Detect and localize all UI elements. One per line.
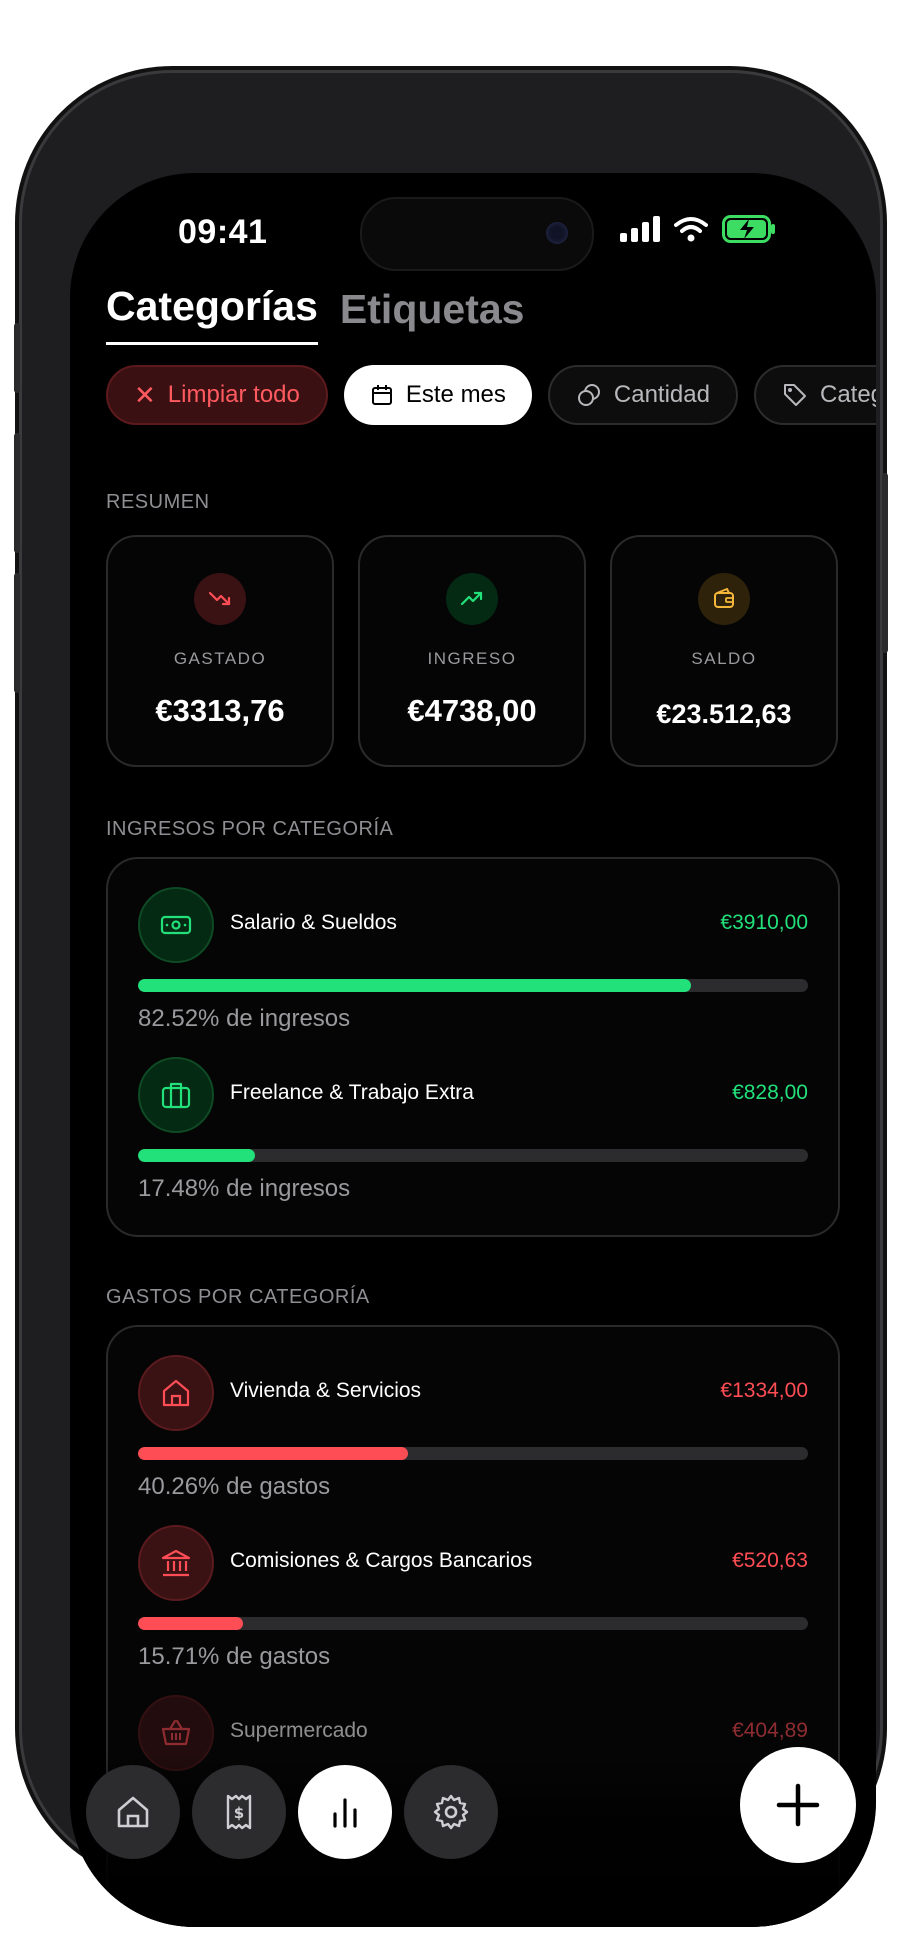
clear-all-chip[interactable]: ✕ Limpiar todo	[106, 365, 328, 425]
income-row-salary[interactable]: Salario & Sueldos €3910,00 82.52% de ing…	[138, 887, 808, 1047]
trending-down-icon	[194, 573, 246, 625]
coins-icon	[577, 384, 600, 406]
close-icon: ✕	[134, 380, 156, 410]
income-label: INGRESO	[427, 649, 517, 668]
clear-all-label: Limpiar todo	[167, 381, 300, 408]
progress-track	[138, 1149, 808, 1162]
app-screen: 09:41 Categorías Etiquetas ✕ Limpiar tod…	[70, 173, 876, 1927]
expense-percent: 15.71% de gastos	[138, 1643, 331, 1670]
income-name: Freelance & Trabajo Extra	[230, 1081, 474, 1104]
trending-up-icon	[446, 573, 498, 625]
spent-card[interactable]: GASTADO €3313,76	[106, 535, 334, 767]
progress-track	[138, 1617, 808, 1630]
income-amount: €3910,00	[720, 911, 808, 934]
home-icon	[117, 1796, 149, 1828]
volume-up-button	[14, 433, 20, 553]
income-card[interactable]: INGRESO €4738,00	[358, 535, 586, 767]
spent-label: GASTADO	[173, 649, 267, 668]
phone-frame: 09:41 Categorías Etiquetas ✕ Limpiar tod…	[14, 73, 888, 1927]
progress-fill	[138, 1617, 244, 1630]
view-tabs: Categorías Etiquetas	[106, 283, 524, 345]
income-section-label: INGRESOS POR CATEGORÍA	[106, 818, 394, 840]
income-name: Salario & Sueldos	[230, 911, 397, 934]
expense-amount: €1334,00	[720, 1379, 808, 1402]
expense-name: Vivienda & Servicios	[230, 1379, 422, 1402]
income-percent: 17.48% de ingresos	[138, 1175, 351, 1202]
wifi-icon	[674, 217, 708, 242]
battery-charging-icon	[722, 215, 775, 243]
expense-amount: €520,63	[732, 1549, 808, 1572]
gear-icon	[433, 1794, 469, 1830]
bank-icon	[138, 1525, 214, 1601]
income-value: €4738,00	[407, 693, 537, 728]
expense-amount: €404,89	[732, 1719, 808, 1742]
nav-transactions-button[interactable]: $	[192, 1765, 286, 1859]
status-time: 09:41	[178, 213, 268, 251]
category-chip[interactable]: Categorías	[753, 365, 876, 425]
tag-icon	[783, 384, 806, 406]
expense-name: Comisiones & Cargos Bancarios	[230, 1549, 533, 1572]
category-label: Categorías	[819, 381, 876, 408]
receipt-icon: $	[226, 1794, 252, 1830]
this-month-chip[interactable]: Este mes	[343, 365, 532, 425]
volume-down-button	[14, 573, 20, 693]
summary-cards: GASTADO €3313,76 INGRESO €4738,00 SALDO …	[106, 535, 838, 767]
bar-chart-icon	[333, 1798, 357, 1828]
calendar-icon	[371, 385, 392, 405]
expense-name: Supermercado	[230, 1719, 368, 1742]
income-panel: Salario & Sueldos €3910,00 82.52% de ing…	[106, 857, 840, 1237]
amount-label: Cantidad	[613, 381, 710, 408]
power-button	[882, 473, 888, 653]
balance-value: €23.512,63	[656, 699, 792, 729]
progress-track	[138, 979, 808, 992]
nav-settings-button[interactable]	[404, 1765, 498, 1859]
expenses-section-label: GASTOS POR CATEGORÍA	[106, 1286, 370, 1308]
progress-track	[138, 1447, 808, 1460]
signal-icon	[620, 216, 660, 242]
summary-section-label: RESUMEN	[106, 491, 210, 513]
income-row-freelance[interactable]: Freelance & Trabajo Extra €828,00 17.48%…	[138, 1057, 808, 1217]
nav-stats-button[interactable]	[298, 1765, 392, 1859]
wallet-icon	[698, 573, 750, 625]
progress-fill	[138, 979, 691, 992]
add-transaction-button[interactable]	[740, 1747, 856, 1863]
nav-home-button[interactable]	[86, 1765, 180, 1859]
tab-categorias[interactable]: Categorías	[106, 283, 318, 345]
home-icon	[138, 1355, 214, 1431]
dynamic-island	[360, 197, 594, 271]
banknote-icon	[138, 887, 214, 963]
svg-text:$: $	[234, 1804, 244, 1822]
expense-row-bank-fees[interactable]: Comisiones & Cargos Bancarios €520,63 15…	[138, 1525, 808, 1685]
progress-fill	[138, 1447, 408, 1460]
expense-row-housing[interactable]: Vivienda & Servicios €1334,00 40.26% de …	[138, 1355, 808, 1515]
status-icons	[620, 215, 776, 243]
income-percent: 82.52% de ingresos	[138, 1005, 351, 1032]
progress-fill	[138, 1149, 256, 1162]
tab-etiquetas[interactable]: Etiquetas	[340, 286, 525, 345]
income-amount: €828,00	[732, 1081, 808, 1104]
filter-chips: ✕ Limpiar todo Este mes Cantidad Cate	[106, 365, 876, 425]
plus-icon	[776, 1783, 820, 1827]
this-month-label: Este mes	[405, 381, 506, 408]
balance-label: SALDO	[691, 649, 757, 668]
balance-card[interactable]: SALDO €23.512,63	[610, 535, 838, 767]
expense-percent: 40.26% de gastos	[138, 1473, 331, 1500]
briefcase-icon	[138, 1057, 214, 1133]
amount-chip[interactable]: Cantidad	[547, 365, 738, 425]
spent-value: €3313,76	[155, 693, 285, 728]
action-button	[14, 323, 20, 393]
